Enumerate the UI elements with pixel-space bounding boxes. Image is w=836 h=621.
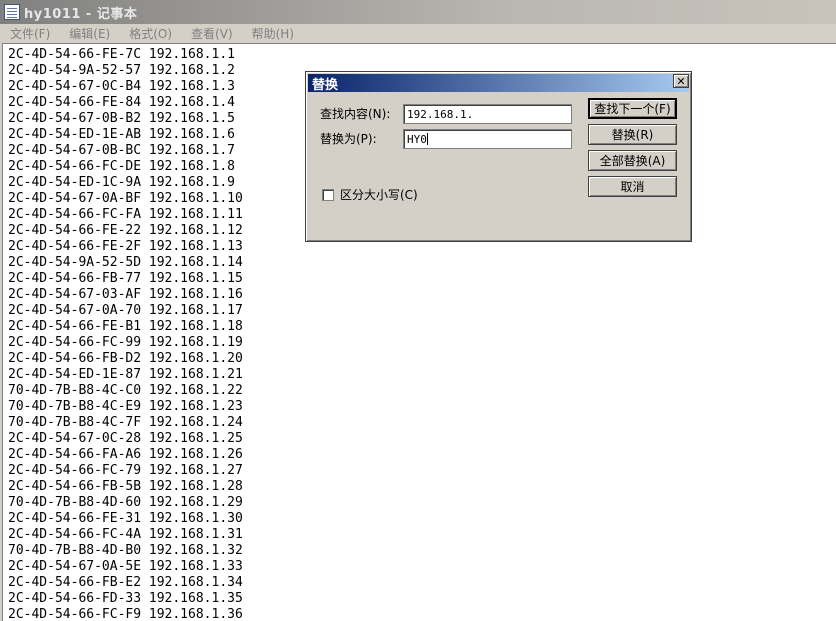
text-caret [426, 133, 428, 145]
text-line: 2C-4D-54-67-0C-28 192.168.1.25 [8, 431, 243, 446]
close-icon: ✕ [676, 74, 686, 88]
text-line: 2C-4D-54-66-FE-31 192.168.1.30 [8, 511, 243, 526]
dialog-title: 替换 [312, 77, 339, 93]
text-line: 2C-4D-54-66-FE-7C 192.168.1.1 [8, 47, 235, 62]
text-line: 70-4D-7B-B8-4D-60 192.168.1.29 [8, 495, 243, 510]
text-line: 2C-4D-54-ED-1E-87 192.168.1.21 [8, 367, 243, 382]
notepad-window: hy1011 - 记事本 文件(F) 编辑(E) 格式(O) 查看(V) 帮助(… [0, 0, 836, 621]
menu-view[interactable]: 查看(V) [191, 25, 233, 42]
text-line: 2C-4D-54-67-03-AF 192.168.1.16 [8, 287, 243, 302]
text-line: 2C-4D-54-ED-1C-9A 192.168.1.9 [8, 175, 235, 190]
replace-dialog: 替换 ✕ 查找内容(N): 192.168.1. 替换为(P): HY0 查找下… [305, 71, 692, 242]
match-case-label: 区分大小写(C) [340, 188, 418, 202]
text-line: 2C-4D-54-66-FC-99 192.168.1.19 [8, 335, 243, 350]
text-line: 2C-4D-54-66-FA-A6 192.168.1.26 [8, 447, 243, 462]
text-line: 2C-4D-54-66-FB-E2 192.168.1.34 [8, 575, 243, 590]
text-line: 2C-4D-54-66-FD-33 192.168.1.35 [8, 591, 243, 606]
text-line: 2C-4D-54-66-FE-2F 192.168.1.13 [8, 239, 243, 254]
text-line: 2C-4D-54-66-FE-B1 192.168.1.18 [8, 319, 243, 334]
text-line: 70-4D-7B-B8-4C-E9 192.168.1.23 [8, 399, 243, 414]
text-line: 2C-4D-54-66-FB-77 192.168.1.15 [8, 271, 243, 286]
notepad-icon[interactable] [4, 4, 20, 20]
menu-bar: 文件(F) 编辑(E) 格式(O) 查看(V) 帮助(H) [0, 24, 836, 42]
text-line: 2C-4D-54-67-0B-BC 192.168.1.7 [8, 143, 235, 158]
find-input[interactable]: 192.168.1. [403, 104, 572, 124]
menu-edit[interactable]: 编辑(E) [69, 25, 110, 42]
text-line: 2C-4D-54-67-0C-B4 192.168.1.3 [8, 79, 235, 94]
cancel-button[interactable]: 取消 [588, 176, 677, 197]
find-input-value: 192.168.1. [407, 108, 474, 121]
find-next-button[interactable]: 查找下一个(F) [588, 98, 677, 119]
text-line: 2C-4D-54-66-FE-22 192.168.1.12 [8, 223, 243, 238]
text-line: 70-4D-7B-B8-4C-7F 192.168.1.24 [8, 415, 243, 430]
text-line: 2C-4D-54-9A-52-5D 192.168.1.14 [8, 255, 243, 270]
find-label: 查找内容(N): [320, 107, 391, 121]
replace-input-value: HY0 [407, 133, 427, 146]
match-case-checkbox[interactable] [322, 188, 334, 201]
text-line: 2C-4D-54-66-FB-5B 192.168.1.28 [8, 479, 243, 494]
text-line: 2C-4D-54-9A-52-57 192.168.1.2 [8, 63, 235, 78]
text-line: 2C-4D-54-67-0B-B2 192.168.1.5 [8, 111, 235, 126]
menu-file[interactable]: 文件(F) [10, 25, 50, 42]
window-title: hy1011 - 记事本 [24, 6, 138, 22]
dialog-title-bar[interactable]: 替换 [308, 74, 689, 93]
text-line: 2C-4D-54-ED-1E-AB 192.168.1.6 [8, 127, 235, 142]
text-line: 2C-4D-54-66-FB-D2 192.168.1.20 [8, 351, 243, 366]
text-content[interactable]: 2C-4D-54-66-FE-7C 192.168.1.1 2C-4D-54-9A… [8, 47, 243, 621]
text-line: 2C-4D-54-66-FC-4A 192.168.1.31 [8, 527, 243, 542]
text-line: 2C-4D-54-67-0A-BF 192.168.1.10 [8, 191, 243, 206]
replace-input[interactable]: HY0 [403, 129, 572, 149]
text-line: 2C-4D-54-66-FC-DE 192.168.1.8 [8, 159, 235, 174]
text-line: 2C-4D-54-66-FC-F9 192.168.1.36 [8, 607, 243, 621]
text-line: 2C-4D-54-67-0A-70 192.168.1.17 [8, 303, 243, 318]
menu-help[interactable]: 帮助(H) [252, 25, 294, 42]
text-line: 2C-4D-54-67-0A-5E 192.168.1.33 [8, 559, 243, 574]
text-line: 2C-4D-54-66-FE-84 192.168.1.4 [8, 95, 235, 110]
replace-label: 替换为(P): [320, 132, 377, 146]
match-case-option[interactable]: 区分大小写(C) [322, 186, 418, 203]
text-line: 2C-4D-54-66-FC-FA 192.168.1.11 [8, 207, 243, 222]
text-line: 70-4D-7B-B8-4C-C0 192.168.1.22 [8, 383, 243, 398]
replace-button[interactable]: 替换(R) [588, 124, 677, 145]
close-button[interactable]: ✕ [673, 74, 689, 88]
menu-format[interactable]: 格式(O) [129, 25, 172, 42]
text-line: 2C-4D-54-66-FC-79 192.168.1.27 [8, 463, 243, 478]
replace-all-button[interactable]: 全部替换(A) [588, 150, 677, 171]
text-line: 70-4D-7B-B8-4D-B0 192.168.1.32 [8, 543, 243, 558]
title-bar[interactable]: hy1011 - 记事本 [0, 0, 836, 24]
